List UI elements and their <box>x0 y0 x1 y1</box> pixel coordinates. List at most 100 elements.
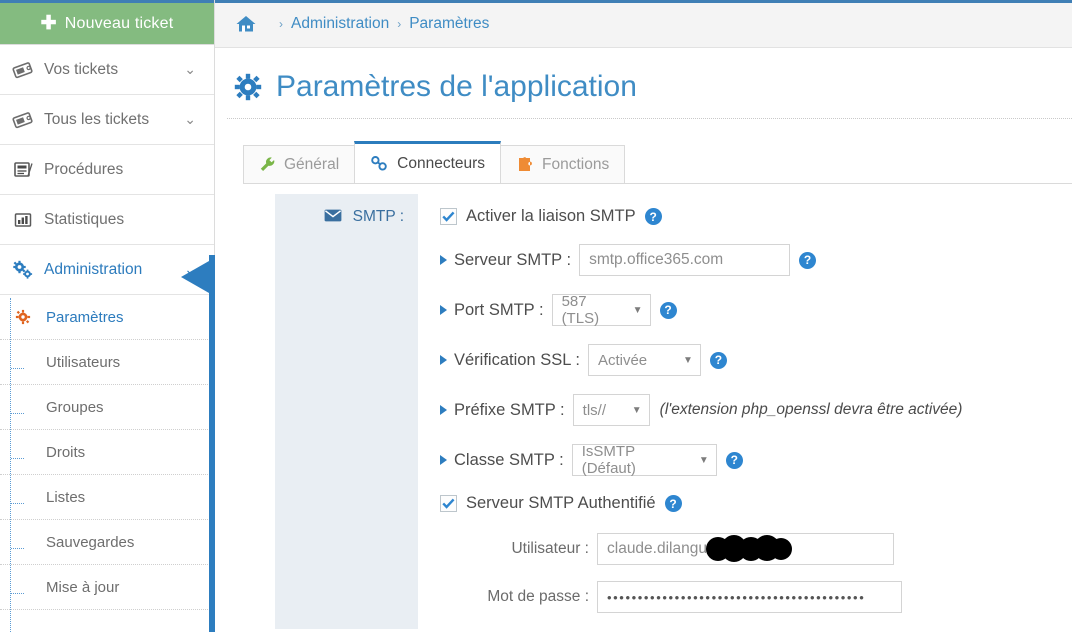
port-select[interactable]: 587 (TLS) ▼ <box>551 293 651 327</box>
tab-general[interactable]: Général <box>243 145 356 183</box>
sidebar-subitem-label: Paramètres <box>46 308 124 326</box>
class-select[interactable]: IsSMTP (Défaut) ▼ <box>571 443 717 477</box>
help-circle-icon[interactable]: ? <box>799 251 817 269</box>
main-content: › Administration › Paramètres Paramètres… <box>215 0 1072 632</box>
chevron-down-icon[interactable]: ⌄ <box>184 61 196 78</box>
title-divider <box>227 118 1072 119</box>
orange-gear-icon <box>10 309 36 325</box>
prefix-select[interactable]: tls// ▼ <box>572 394 650 426</box>
sidebar-item-groupes[interactable]: Groupes <box>0 385 214 430</box>
breadcrumb-separator: › <box>279 16 283 31</box>
server-input-value: smtp.office365.com <box>589 251 724 268</box>
class-label-text: Classe SMTP : <box>454 450 564 469</box>
breadcrumb-item-parametres[interactable]: Paramètres <box>409 15 489 33</box>
breadcrumb-item-administration[interactable]: Administration <box>291 15 389 33</box>
sidebar-subitem-label: Groupes <box>46 398 104 416</box>
wrench-icon <box>259 156 276 173</box>
sidebar-item-parametres[interactable]: Paramètres <box>0 295 214 340</box>
breadcrumb-separator: › <box>397 16 402 31</box>
server-label-text: Serveur SMTP : <box>454 250 572 269</box>
smtp-label-text: SMTP : <box>352 208 404 225</box>
server-input[interactable]: smtp.office365.com <box>579 244 791 276</box>
server-label: Serveur SMTP : <box>440 251 571 270</box>
sidebar-item-label: Procédures <box>44 160 124 178</box>
application-window: ✚ Nouveau ticket Vos tickets ⌄ Tous les … <box>0 0 1072 632</box>
tree-branch-connector <box>11 368 24 369</box>
port-label: Port SMTP : <box>440 301 544 320</box>
help-circle-icon[interactable]: ? <box>664 495 682 512</box>
prefix-select-value: tls// <box>582 401 606 419</box>
top-accent-bar <box>215 0 1072 3</box>
tab-fonctions[interactable]: Fonctions <box>500 145 626 183</box>
new-ticket-button[interactable]: ✚ Nouveau ticket <box>0 3 214 45</box>
caret-down-icon: ▼ <box>683 354 693 366</box>
help-circle-icon[interactable]: ? <box>709 351 727 369</box>
user-input[interactable]: claude.dilangue om <box>597 533 894 565</box>
new-ticket-label: Nouveau ticket <box>64 14 174 32</box>
caret-right-icon <box>440 355 447 365</box>
help-circle-icon[interactable]: ? <box>725 451 743 469</box>
prefix-label-text: Préfixe SMTP : <box>454 400 565 419</box>
auth-smtp-checkbox[interactable] <box>440 495 457 512</box>
port-label-text: Port SMTP : <box>454 300 544 319</box>
breadcrumb: › Administration › Paramètres <box>215 0 1072 48</box>
password-row: Mot de passe : •••••••••••••••••••••••••… <box>482 581 1072 613</box>
password-label: Mot de passe : <box>487 588 589 605</box>
sidebar-item-mise-a-jour[interactable]: Mise à jour <box>0 565 214 610</box>
prefix-hint: (l'extension php_openssl devra être acti… <box>659 401 963 418</box>
caret-right-icon <box>440 255 447 265</box>
sidebar: ✚ Nouveau ticket Vos tickets ⌄ Tous les … <box>0 0 215 632</box>
port-row: Port SMTP : 587 (TLS) ▼ ? <box>440 293 1072 327</box>
sidebar-item-vos-tickets[interactable]: Vos tickets ⌄ <box>0 45 214 95</box>
plus-icon: ✚ <box>40 13 57 34</box>
enable-smtp-label: Activer la liaison SMTP <box>466 207 636 225</box>
prefix-label: Préfixe SMTP : <box>440 401 565 420</box>
sidebar-item-label: Statistiques <box>44 210 125 228</box>
tree-branch-connector <box>11 413 24 414</box>
ssl-label-text: Vérification SSL : <box>454 350 580 369</box>
envelope-icon <box>324 208 346 225</box>
tree-guide-line <box>10 298 11 632</box>
server-row: Serveur SMTP : smtp.office365.com ? <box>440 244 1072 276</box>
user-row: Utilisateur : claude.dilangue om <box>482 533 1072 565</box>
ssl-select[interactable]: Activée ▼ <box>587 344 701 376</box>
sidebar-item-tous-les-tickets[interactable]: Tous les tickets ⌄ <box>0 95 214 145</box>
tab-panel-connecteurs: SMTP : Activer la liaison SMTP ? Serveur… <box>243 183 1072 632</box>
sidebar-item-droits[interactable]: Droits <box>0 430 214 475</box>
sidebar-item-listes[interactable]: Listes <box>0 475 214 520</box>
caret-down-icon: ▼ <box>698 454 709 466</box>
sidebar-item-procedures[interactable]: Procédures <box>0 145 214 195</box>
class-label: Classe SMTP : <box>440 451 564 470</box>
tab-label: Connecteurs <box>397 154 486 172</box>
caret-down-icon: ▼ <box>632 304 643 316</box>
tab-label: Général <box>284 155 340 173</box>
user-input-value: claude.dilangue <box>607 540 716 557</box>
home-icon[interactable] <box>235 14 257 34</box>
sidebar-subitem-label: Listes <box>46 488 86 506</box>
sidebar-item-statistiques[interactable]: Statistiques <box>0 195 214 245</box>
user-input-value-tail: om <box>715 540 738 557</box>
port-select-value: 587 (TLS) <box>561 293 600 327</box>
user-label: Utilisateur : <box>511 540 589 557</box>
sidebar-subitem-label: Utilisateurs <box>46 353 121 371</box>
chevron-down-icon[interactable]: ⌄ <box>184 111 196 128</box>
enable-smtp-checkbox[interactable] <box>440 208 457 225</box>
sidebar-item-label: Administration <box>44 260 143 278</box>
sidebar-subitem-label: Mise à jour <box>46 578 120 596</box>
enable-smtp-row: Activer la liaison SMTP ? <box>440 207 1072 226</box>
help-circle-icon[interactable]: ? <box>659 301 677 319</box>
caret-right-icon <box>440 305 447 315</box>
sidebar-item-sauvegardes[interactable]: Sauvegardes <box>0 520 214 565</box>
tab-connecteurs[interactable]: Connecteurs <box>354 141 502 183</box>
book-icon <box>8 158 38 182</box>
password-input[interactable]: ••••••••••••••••••••••••••••••••••••••••… <box>597 581 902 613</box>
puzzle-icon <box>516 156 534 173</box>
smtp-section: SMTP : Activer la liaison SMTP ? Serveur… <box>275 194 1072 629</box>
sidebar-item-utilisateurs[interactable]: Utilisateurs <box>0 340 214 385</box>
sidebar-subitem-label: Droits <box>46 443 86 461</box>
sidebar-subitem-label: Sauvegardes <box>46 533 135 551</box>
bar-chart-icon <box>8 208 38 232</box>
help-circle-icon[interactable]: ? <box>644 208 662 225</box>
class-row: Classe SMTP : IsSMTP (Défaut) ▼ ? <box>440 443 1072 477</box>
active-section-pointer <box>181 261 209 293</box>
